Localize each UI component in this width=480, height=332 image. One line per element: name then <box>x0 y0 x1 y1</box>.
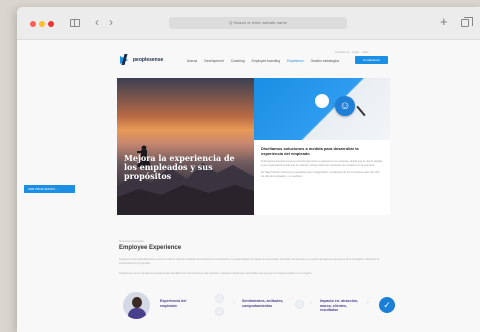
flow-step-2: Sentimientos, actitudes, comportamientos <box>242 299 284 308</box>
address-bar[interactable]: Q Search or enter website name <box>169 17 347 29</box>
card-title: Diseñamos soluciones a medida para desar… <box>261 146 359 156</box>
employee-avatar <box>123 292 150 319</box>
nav-item-coaching[interactable]: Coaching <box>231 59 245 63</box>
intro-card: Diseñamos soluciones a medida para desar… <box>254 140 390 215</box>
nav-item-experience[interactable]: Experience <box>287 59 304 63</box>
browser-window: ‹ › Q Search or enter website name + Con… <box>17 7 480 332</box>
section-paragraph-1: Ayudamos a las organizaciones a crear un… <box>119 258 380 265</box>
section-title: Employee Experience <box>119 245 182 251</box>
logo-text: peoplesense <box>133 56 164 63</box>
flow-step-1: Experiencia del empleado <box>160 299 187 308</box>
card-paragraph-2: En Talent Sense ofrecemos programas para… <box>261 171 380 178</box>
close-window-icon[interactable] <box>30 21 36 27</box>
smiley-face-icon: ☺ <box>335 96 355 116</box>
step-dot-icon <box>215 307 224 316</box>
promo-image <box>254 78 390 140</box>
card-paragraph-1: El Employee Experience es la vivencia qu… <box>261 160 382 167</box>
experience-flow: Experiencia del empleado › Sentimientos,… <box>117 286 395 326</box>
nav-item-development[interactable]: Development <box>204 59 223 63</box>
step-dot-icon <box>295 300 304 309</box>
flow-step-3: Impacto en: atracción, marca, clientes, … <box>320 299 359 312</box>
circle-decoration <box>315 94 329 108</box>
new-tab-icon[interactable]: + <box>440 15 448 28</box>
chevron-right-icon: › <box>233 300 235 306</box>
section-paragraph-2: Trabajamos con los equipos de personas p… <box>119 272 312 275</box>
nav-item-acerca[interactable]: Acerca <box>187 59 197 63</box>
tab-overview-icon[interactable] <box>461 17 473 27</box>
check-circle-icon: ✓ <box>379 297 395 313</box>
sidebar-toggle-icon[interactable] <box>70 19 80 27</box>
browser-toolbar: ‹ › Q Search or enter website name + <box>17 7 480 40</box>
hero-title: Mejora la experiencia de los empleados y… <box>124 153 235 181</box>
step-dot-icon <box>215 294 224 303</box>
nav-item-employee-branding[interactable]: Employee branding <box>252 59 280 63</box>
nav-item-gestion[interactable]: Gestión estratégica <box>311 59 339 63</box>
hero-cta-button[interactable]: VER PROPUESTAS → <box>24 185 75 193</box>
chevron-right-icon: › <box>367 300 369 306</box>
main-navigation: Acerca Development Coaching Employee bra… <box>187 59 339 63</box>
minimize-window-icon[interactable] <box>39 21 45 27</box>
hero-image: Mejora la experiencia de los empleados y… <box>117 78 254 215</box>
utility-links[interactable]: Contact us · Login · Jobs <box>335 50 368 54</box>
site-logo[interactable]: peoplesense <box>120 54 163 65</box>
chevron-right-icon: › <box>310 300 312 306</box>
back-arrow-icon[interactable]: ‹ <box>95 16 99 28</box>
forward-arrow-icon[interactable]: › <box>109 16 113 28</box>
zoom-window-icon[interactable] <box>48 21 54 27</box>
logo-mark-icon <box>120 54 131 65</box>
web-page: Contact us · Login · Jobs peoplesense Ac… <box>17 40 480 332</box>
section-kicker: Nuestra propuesta <box>119 239 144 243</box>
contact-button[interactable]: Contáctanos <box>355 56 388 64</box>
